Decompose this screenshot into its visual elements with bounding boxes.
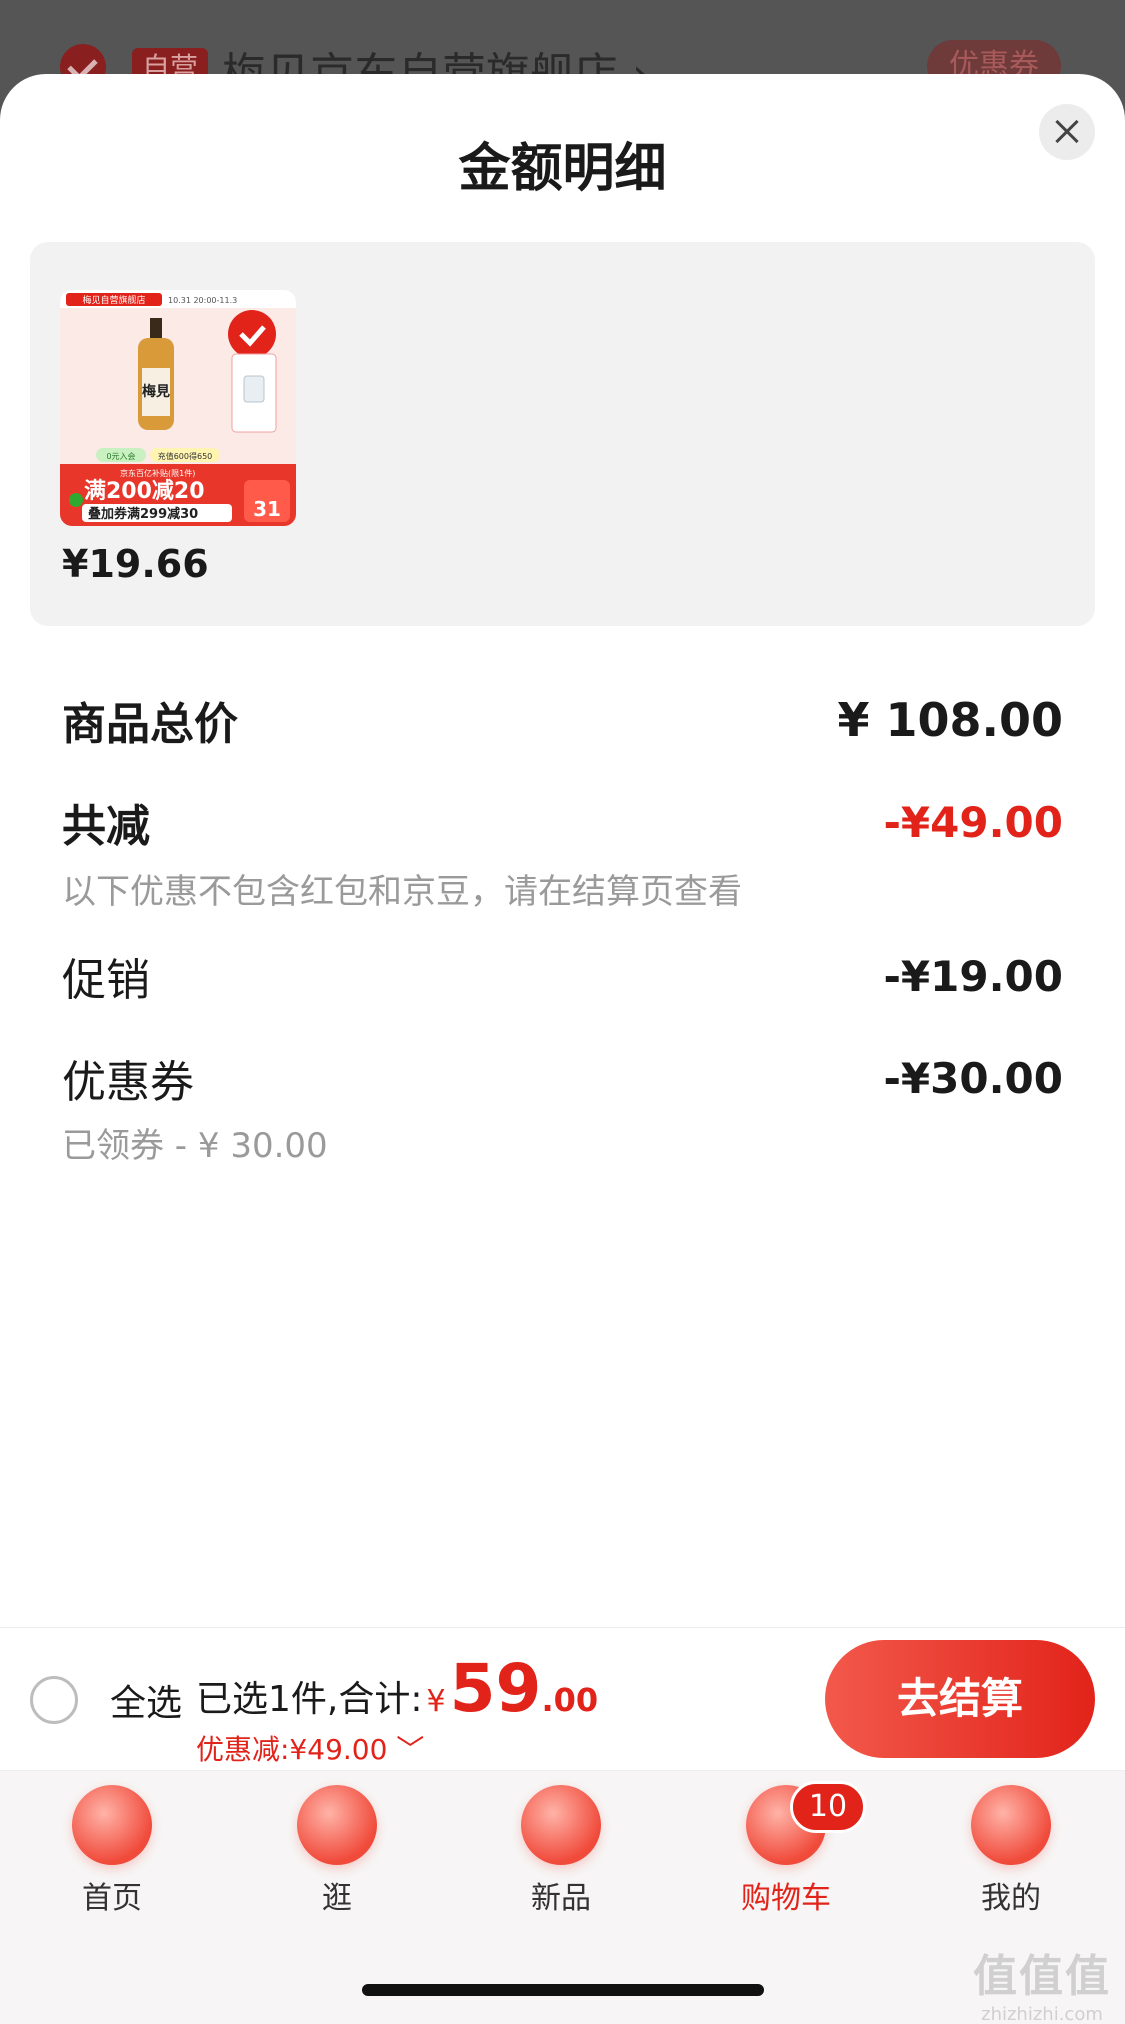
cart-count-badge: 10 xyxy=(790,1781,866,1833)
checkout-bar: 全选 已选1件,合计: ¥ 59 .00 优惠减:¥49.00 ﹀ 去结算 xyxy=(0,1628,1125,1770)
select-all-checkbox[interactable] xyxy=(30,1676,78,1724)
thumb-promo-stack: 叠加券满299减30 xyxy=(88,506,198,522)
thumb-promo-left: 0元入会 xyxy=(106,451,135,461)
select-all-label[interactable]: 全选 xyxy=(110,1674,182,1726)
tab-label: 购物车 xyxy=(741,1881,831,1916)
promotion-row: 促销 -¥19.00 xyxy=(62,944,1063,1008)
thumb-top-tag: 梅见自营旗舰店 xyxy=(82,294,145,306)
tab-label: 新品 xyxy=(531,1881,591,1916)
discount-toggle[interactable]: 优惠减:¥49.00 ﹀ xyxy=(196,1728,424,1768)
sheet-title: 金额明细 xyxy=(458,139,667,199)
thumb-date: 10.31 20:00-11.3 xyxy=(168,296,237,305)
thumb-side-price: 31 xyxy=(253,497,281,521)
tab-browse[interactable]: 逛 xyxy=(257,1785,417,1917)
reduction-note: 以下优惠不包含红包和京豆，请在结算页查看 xyxy=(62,872,742,912)
thumb-promo-main: 满200减20 xyxy=(84,478,205,504)
new-products-icon xyxy=(521,1785,601,1865)
tab-profile[interactable]: 我的 xyxy=(931,1785,1091,1917)
watermark-logo: 值值值 xyxy=(973,1951,1111,2002)
promotion-value: -¥19.00 xyxy=(883,951,1063,1001)
tab-label: 我的 xyxy=(981,1881,1041,1916)
product-panel: 梅见自营旗舰店 10.31 20:00-11.3 梅見 0元入会 充值600得6… xyxy=(30,242,1095,626)
product-thumbnail[interactable]: 梅见自营旗舰店 10.31 20:00-11.3 梅見 0元入会 充值600得6… xyxy=(60,290,296,526)
promotion-label: 促销 xyxy=(62,955,150,1006)
watermark: 值值值 zhizhizhi.com xyxy=(973,1940,1111,2024)
coupon-value: -¥30.00 xyxy=(883,1053,1063,1103)
total-integer: 59 xyxy=(449,1650,542,1727)
thumb-promo-right: 充值600得650 xyxy=(158,451,213,461)
reduction-value: -¥49.00 xyxy=(883,797,1063,847)
browse-icon xyxy=(297,1785,377,1865)
reduction-label: 共减 xyxy=(62,801,150,852)
product-price: ¥19.66 xyxy=(62,542,209,586)
profile-icon xyxy=(971,1785,1051,1865)
total-price-label: 商品总价 xyxy=(62,699,238,750)
thumb-banner-small: 京东百亿补贴(限1件) xyxy=(120,468,195,478)
total-currency: ¥ xyxy=(426,1684,446,1719)
coupon-label: 优惠券 xyxy=(62,1057,194,1108)
order-summary: 已选1件,合计: ¥ 59 .00 xyxy=(196,1650,598,1727)
close-icon[interactable] xyxy=(1039,104,1095,160)
selected-count-text: 已选1件,合计: xyxy=(196,1679,423,1720)
total-decimal: .00 xyxy=(541,1681,599,1719)
thumb-brand: 梅見 xyxy=(142,383,170,400)
home-indicator[interactable] xyxy=(362,1984,764,1996)
watermark-url: zhizhizhi.com xyxy=(981,2004,1103,2024)
tab-new-products[interactable]: 新品 xyxy=(481,1785,641,1917)
coupon-row: 优惠券 -¥30.00 xyxy=(62,1046,1063,1110)
coupon-note: 已领券 - ¥ 30.00 xyxy=(62,1126,328,1166)
tab-home[interactable]: 首页 xyxy=(32,1785,192,1917)
reduction-row: 共减 -¥49.00 xyxy=(62,790,1063,854)
tab-label: 首页 xyxy=(82,1881,142,1916)
total-price-value: ¥ 108.00 xyxy=(837,693,1063,747)
home-icon xyxy=(72,1785,152,1865)
tab-label: 逛 xyxy=(322,1881,352,1916)
total-price-row: 商品总价 ¥ 108.00 xyxy=(62,688,1063,752)
checkout-button[interactable]: 去结算 xyxy=(825,1640,1095,1758)
